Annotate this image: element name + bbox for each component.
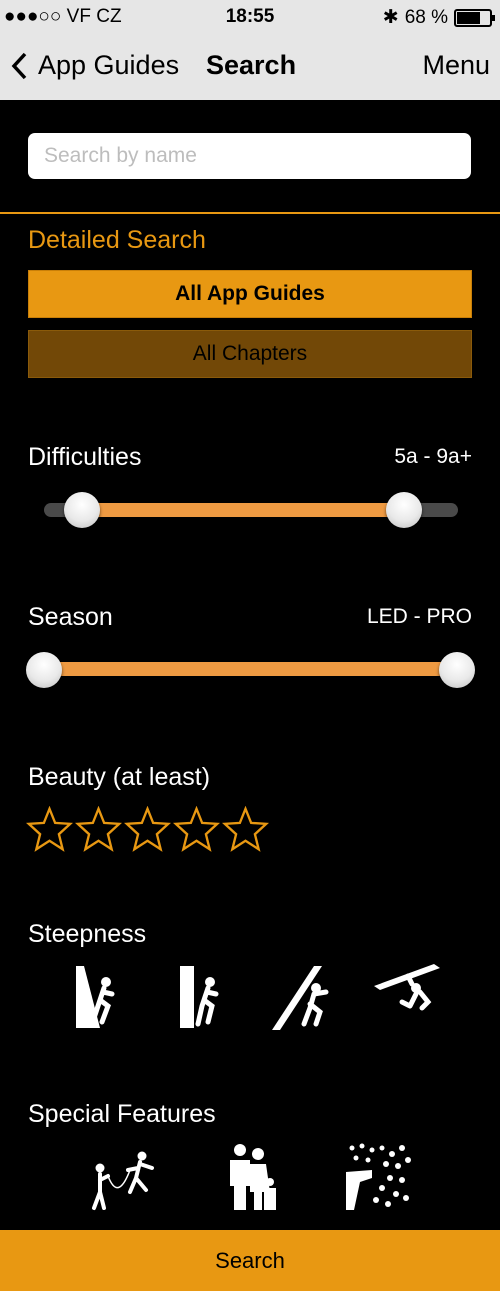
navigation-bar: App Guides Search Menu [0, 36, 500, 100]
menu-button[interactable]: Menu [422, 50, 490, 81]
star-icon[interactable] [222, 806, 269, 853]
season-label: Season [28, 603, 113, 631]
difficulties-value: 5a - 9a+ [394, 445, 472, 468]
season-max-thumb[interactable] [439, 652, 475, 688]
slab-icon[interactable] [72, 962, 142, 1032]
back-button-label: App Guides [38, 50, 180, 80]
difficulties-range [82, 503, 404, 517]
battery-icon [454, 8, 495, 27]
vertical-icon[interactable] [176, 962, 246, 1032]
special-features-label: Special Features [28, 1100, 216, 1128]
overhang-icon[interactable] [270, 962, 340, 1032]
search-field [28, 133, 471, 179]
beauty-rating[interactable] [26, 806, 269, 853]
rain-icon[interactable] [342, 1142, 412, 1212]
back-button[interactable]: App Guides [10, 50, 179, 81]
roof-icon[interactable] [372, 962, 442, 1032]
star-icon[interactable] [26, 806, 73, 853]
season-value: LED - PRO [366, 605, 472, 628]
difficulties-max-thumb[interactable] [386, 492, 422, 528]
all-app-guides-button[interactable]: All App Guides [28, 270, 472, 318]
rope-climbing-icon[interactable] [88, 1142, 158, 1212]
search-input[interactable] [28, 133, 471, 179]
star-icon[interactable] [173, 806, 220, 853]
all-chapters-button[interactable]: All Chapters [28, 330, 472, 378]
steepness-label: Steepness [28, 920, 147, 948]
difficulties-label: Difficulties [28, 443, 142, 471]
detailed-search-title: Detailed Search [28, 226, 206, 254]
season-range [30, 662, 470, 676]
season-slider[interactable] [30, 662, 470, 676]
beauty-label: Beauty (at least) [28, 763, 211, 791]
season-min-thumb[interactable] [26, 652, 62, 688]
page-title: Search [206, 50, 297, 80]
star-icon[interactable] [75, 806, 122, 853]
bluetooth-icon: ✱ [382, 7, 399, 28]
divider [0, 212, 500, 214]
search-button[interactable]: Search [0, 1230, 500, 1291]
status-right: ✱ 68 % [382, 6, 495, 29]
battery-percent: 68 % [404, 6, 448, 28]
status-bar: ●●●○○ VF CZ 18:55 ✱ 68 % [0, 0, 500, 36]
chevron-left-icon [11, 52, 27, 79]
family-icon[interactable] [216, 1142, 286, 1212]
difficulties-min-thumb[interactable] [64, 492, 100, 528]
star-icon[interactable] [124, 806, 171, 853]
